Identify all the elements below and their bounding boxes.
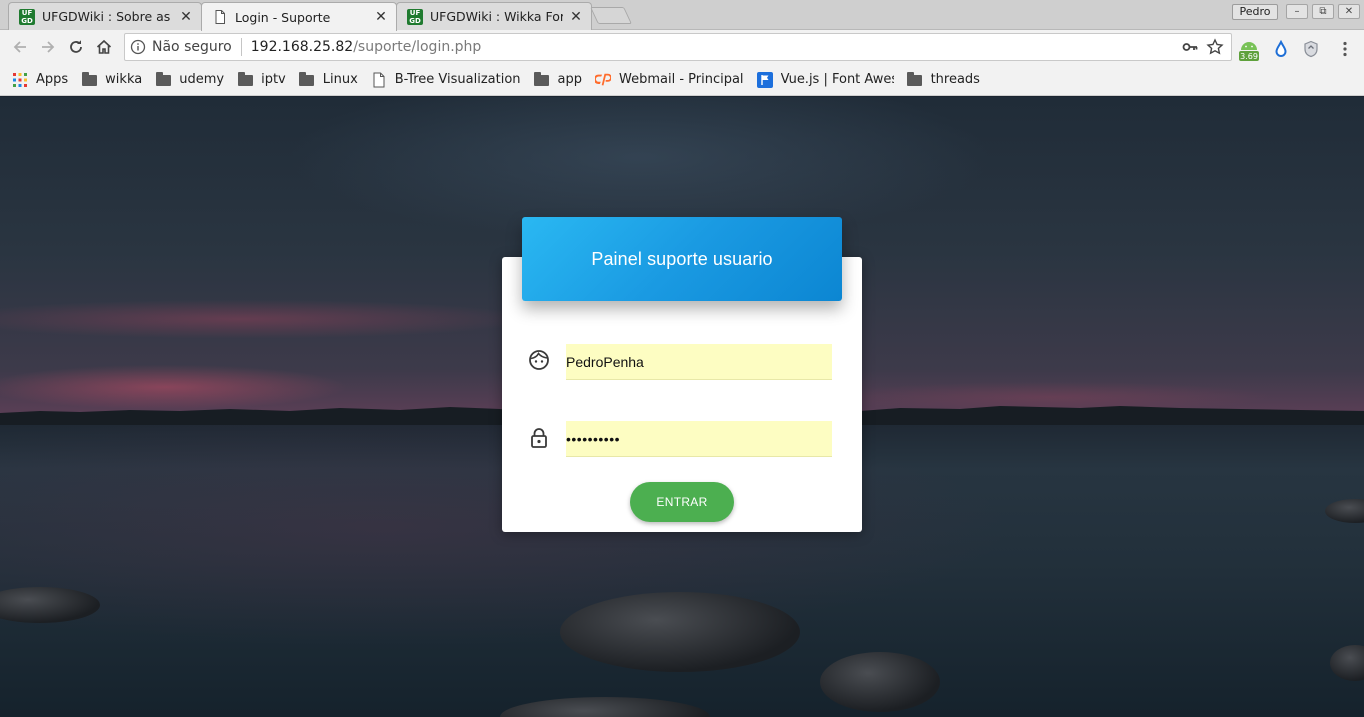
bookmark-label: wikka	[105, 72, 143, 87]
entrar-label: ENTRAR	[656, 495, 708, 509]
shield-extension-button[interactable]	[1300, 38, 1322, 60]
forward-arrow-icon	[42, 41, 55, 53]
profile-button[interactable]: Pedro	[1232, 4, 1278, 20]
folder-icon	[237, 72, 253, 88]
bookmark-label: iptv	[261, 72, 286, 87]
extension-badge: 3.69	[1240, 52, 1258, 61]
bookmark-btree[interactable]: B-Tree Visualization	[371, 72, 521, 88]
bookmark-label: udemy	[179, 72, 225, 87]
rock	[0, 587, 100, 623]
folder-icon	[534, 72, 550, 88]
new-tab-button[interactable]	[590, 7, 632, 24]
cpanel-icon	[595, 72, 611, 88]
bookmarks-bar: Apps wikka udemy iptv Linux B-Tree Visua…	[0, 64, 1364, 96]
bookmark-label: app	[557, 72, 582, 87]
tab-title: UFGDWiki : Wikka Forma	[430, 9, 563, 24]
reload-button[interactable]	[65, 36, 87, 58]
rock	[560, 592, 800, 672]
entrar-button[interactable]: ENTRAR	[630, 482, 734, 522]
back-button[interactable]	[9, 36, 31, 58]
browser-toolbar: Não seguro 192.168.25.82/suporte/login.p…	[0, 30, 1364, 64]
bookmark-udemy[interactable]: udemy	[155, 72, 224, 88]
android-extension-button[interactable]: 3.69	[1238, 38, 1260, 61]
forward-button[interactable]	[37, 36, 59, 58]
bookmark-label: Apps	[36, 72, 69, 87]
folder-icon	[299, 72, 315, 88]
tab-strip: UFGD UFGDWiki : Sobre as pá ✕ Login - Su…	[0, 0, 1364, 31]
address-bar[interactable]: Não seguro 192.168.25.82/suporte/login.p…	[124, 33, 1232, 61]
bookmark-label: Vue.js | Font Aweso	[780, 72, 894, 87]
ufgd-favicon-icon: UF GD	[19, 8, 35, 25]
bookmark-label: threads	[930, 72, 980, 87]
password-mask: ••••••••••	[566, 430, 621, 447]
tab-ufgdwiki-wikka[interactable]: UFGD UFGDWiki : Wikka Forma ✕	[396, 2, 592, 30]
water-drop-icon	[1275, 40, 1287, 57]
rock	[1325, 499, 1364, 523]
bookmark-webmail[interactable]: Webmail - Principal	[595, 72, 744, 88]
restore-button[interactable]: ⧉	[1312, 4, 1334, 19]
bookmark-label: Linux	[322, 72, 358, 87]
flag-icon	[756, 71, 773, 88]
apps-grid-icon	[12, 72, 28, 88]
rock	[1330, 645, 1364, 681]
kebab-menu-icon	[1343, 41, 1347, 57]
bookmark-label: B-Tree Visualization	[394, 72, 521, 87]
bookmark-threads[interactable]: threads	[907, 72, 980, 88]
bookmark-app[interactable]: app	[534, 72, 582, 88]
home-icon	[96, 39, 112, 54]
bookmark-wikka[interactable]: wikka	[81, 72, 142, 88]
address-divider	[240, 38, 242, 56]
username-input[interactable]: PedroPenha	[566, 344, 832, 380]
login-card-header: Painel suporte usuario	[522, 217, 842, 301]
tab-title: UFGDWiki : Sobre as pá	[42, 9, 173, 24]
reload-icon	[70, 40, 82, 53]
key-icon[interactable]	[1181, 38, 1199, 56]
rock	[820, 652, 940, 712]
bookmark-star-icon[interactable]	[1206, 38, 1224, 56]
folder-icon	[907, 72, 923, 88]
username-value: PedroPenha	[566, 353, 644, 370]
security-label: Não seguro	[152, 39, 232, 55]
close-window-button[interactable]: ✕	[1338, 4, 1360, 19]
tab-title: Login - Suporte	[235, 9, 331, 25]
bookmark-vuejs[interactable]: Vue.js | Font Aweso	[756, 71, 894, 88]
menu-button[interactable]	[1334, 38, 1356, 60]
rock	[500, 697, 710, 717]
drop-extension-button[interactable]	[1270, 38, 1292, 60]
bookmark-apps[interactable]: Apps	[12, 72, 68, 88]
lock-icon	[527, 426, 551, 450]
tab-close-icon[interactable]: ✕	[374, 10, 388, 24]
face-icon	[527, 348, 551, 372]
tab-close-icon[interactable]: ✕	[179, 10, 193, 24]
home-button[interactable]	[93, 36, 115, 58]
url-host: 192.168.25.82	[250, 39, 354, 55]
password-input[interactable]: ••••••••••	[566, 421, 832, 457]
login-title: Painel suporte usuario	[591, 248, 773, 269]
page-favicon-icon	[212, 9, 228, 25]
lake-background: Painel suporte usuario PedroPenha ••••••…	[0, 97, 1364, 717]
back-arrow-icon	[13, 41, 26, 53]
bookmark-label: Webmail - Principal	[619, 72, 744, 87]
tab-login-suporte[interactable]: Login - Suporte ✕	[201, 2, 397, 31]
info-icon[interactable]	[130, 39, 146, 55]
tab-ufgdwiki-sobre[interactable]: UFGD UFGDWiki : Sobre as pá ✕	[8, 2, 202, 30]
shield-icon	[1304, 40, 1318, 58]
url-path: /suporte/login.php	[353, 39, 482, 55]
folder-icon	[81, 72, 97, 88]
folder-icon	[155, 72, 171, 88]
page-icon	[371, 72, 387, 88]
minimize-button[interactable]: –	[1286, 4, 1308, 19]
bookmark-linux[interactable]: Linux	[299, 72, 358, 88]
bookmark-iptv[interactable]: iptv	[237, 72, 286, 88]
ufgd-favicon-icon: UF GD	[407, 8, 423, 25]
tab-close-icon[interactable]: ✕	[569, 10, 583, 24]
